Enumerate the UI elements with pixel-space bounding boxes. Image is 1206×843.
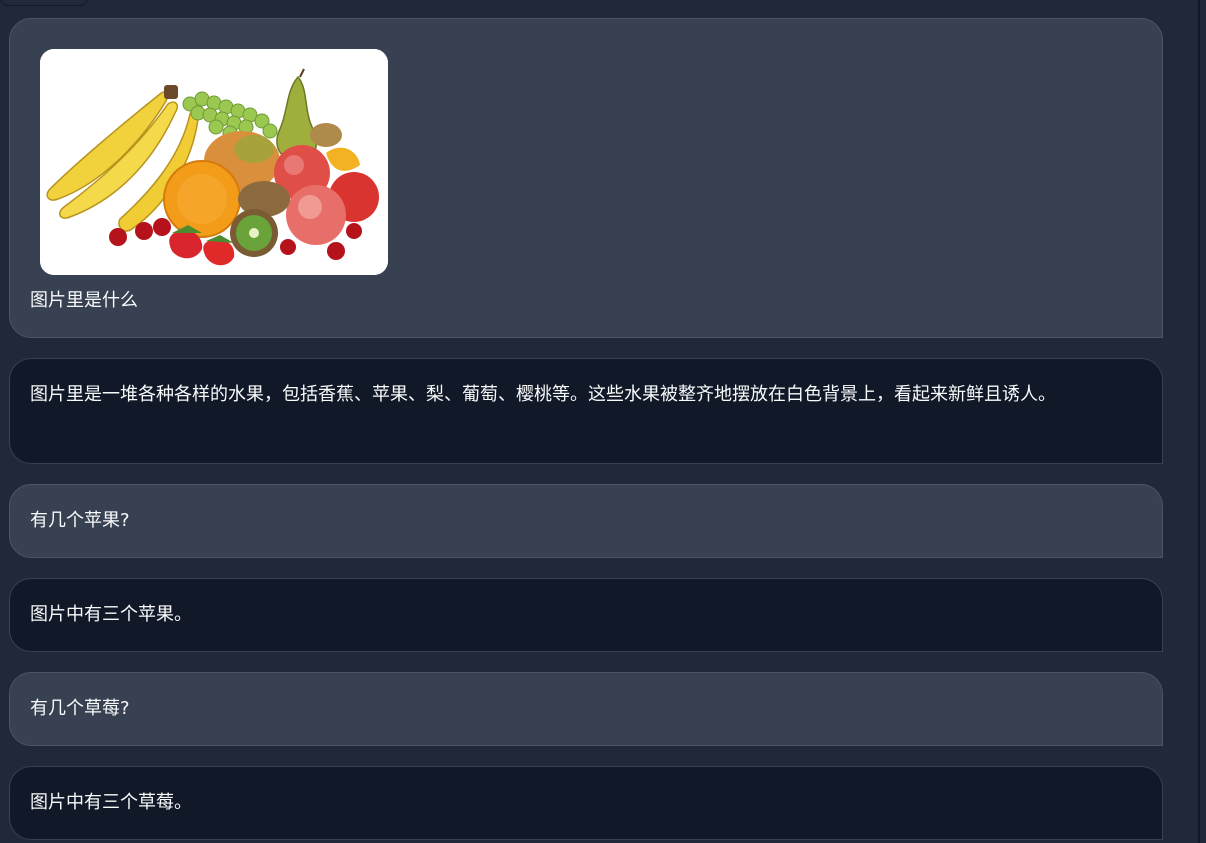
top-tab[interactable]	[0, 0, 88, 6]
assistant-message: 图片里是一堆各种各样的水果，包括香蕉、苹果、梨、葡萄、樱桃等。这些水果被整齐地摆…	[9, 358, 1163, 464]
user-message: 图片里是什么	[9, 18, 1163, 338]
attached-image-container	[30, 19, 1142, 275]
user-message: 有几个草莓?	[9, 672, 1163, 746]
message-text: 图片里是一堆各种各样的水果，包括香蕉、苹果、梨、葡萄、樱桃等。这些水果被整齐地摆…	[30, 384, 1056, 405]
gap	[9, 338, 1163, 358]
fruit-photo-image[interactable]	[40, 49, 388, 275]
scrollbar[interactable]	[1198, 0, 1200, 843]
message-text: 有几个草莓?	[30, 698, 130, 719]
user-message: 有几个苹果?	[9, 484, 1163, 558]
assistant-message: 图片中有三个草莓。	[9, 766, 1163, 840]
fruit-illustration	[40, 49, 388, 275]
chat-app: 图片里是什么 图片里是一堆各种各样的水果，包括香蕉、苹果、梨、葡萄、樱桃等。这些…	[0, 0, 1206, 843]
gap	[9, 652, 1163, 672]
message-text: 图片中有三个草莓。	[30, 792, 192, 813]
gap	[9, 464, 1163, 484]
gap	[9, 746, 1163, 766]
assistant-message: 图片中有三个苹果。	[9, 578, 1163, 652]
message-text: 图片中有三个苹果。	[30, 604, 192, 625]
message-text: 有几个苹果?	[30, 510, 130, 531]
chat-log: 图片里是什么 图片里是一堆各种各样的水果，包括香蕉、苹果、梨、葡萄、樱桃等。这些…	[9, 18, 1163, 840]
gap	[9, 558, 1163, 578]
message-text: 图片里是什么	[30, 290, 138, 311]
